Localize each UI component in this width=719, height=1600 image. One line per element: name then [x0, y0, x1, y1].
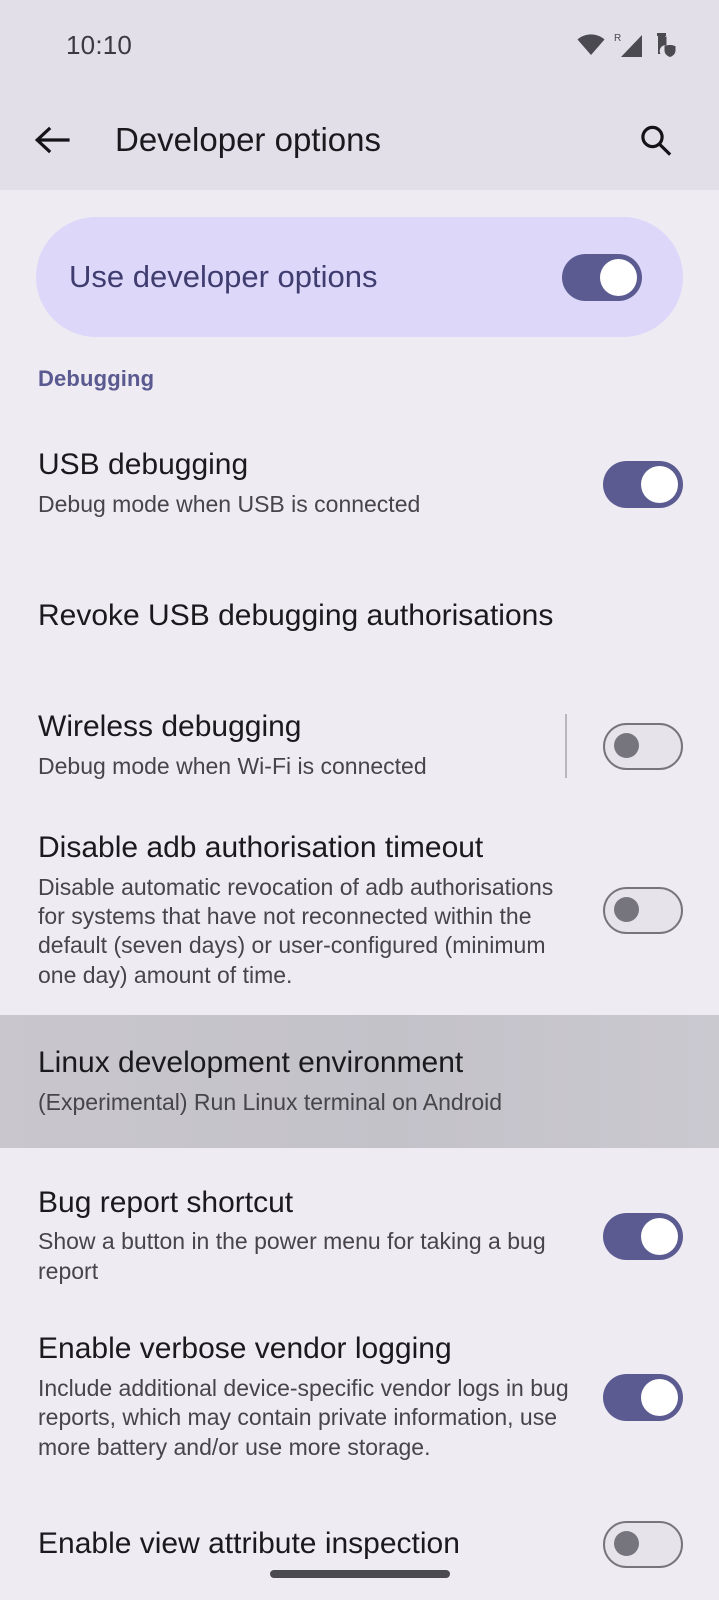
row-summary: Disable automatic revocation of adb auth…: [38, 873, 554, 988]
row-wireless-debugging[interactable]: Wireless debugging Debug mode when Wi-Fi…: [0, 690, 719, 802]
page-title: Developer options: [115, 121, 381, 158]
row-summary: Include additional device-specific vendo…: [38, 1374, 569, 1460]
row-divider: [565, 714, 567, 778]
home-indicator[interactable]: [269, 1570, 450, 1578]
row-text: Enable verbose vendor logging Include ad…: [38, 1332, 603, 1462]
row-summary: (Experimental) Run Linux terminal on And…: [38, 1088, 503, 1115]
phone-screen: 10:10 R Developer options Use developer …: [0, 0, 719, 1600]
switch-thumb: [614, 1530, 639, 1556]
row-summary: Debug mode when USB is connected: [38, 491, 421, 518]
row-text: Disable adb authorisation timeout Disabl…: [38, 831, 603, 991]
wifi-icon: [577, 34, 605, 56]
row-summary: Show a button in the power menu for taki…: [38, 1228, 546, 1284]
search-icon[interactable]: [627, 112, 683, 168]
usb-debugging-switch[interactable]: [603, 460, 683, 508]
switch-thumb: [641, 465, 678, 503]
switch-thumb: [614, 732, 639, 758]
settings-list: Use developer options Debugging USB debu…: [0, 217, 719, 1600]
row-bug-report-shortcut[interactable]: Bug report shortcut Show a button in the…: [0, 1176, 719, 1296]
status-bar: 10:10 R: [0, 0, 719, 90]
row-revoke-usb-debugging-authorisations[interactable]: Revoke USB debugging authorisations: [0, 576, 719, 656]
row-disable-adb-authorisation-timeout[interactable]: Disable adb authorisation timeout Disabl…: [0, 828, 719, 993]
status-bar-icons: R: [577, 32, 677, 58]
switch-thumb: [641, 1378, 678, 1416]
row-enable-verbose-vendor-logging[interactable]: Enable verbose vendor logging Include ad…: [0, 1322, 719, 1472]
enable-view-attribute-inspection-switch[interactable]: [603, 1520, 683, 1568]
svg-text:R: R: [614, 33, 621, 44]
row-title: Enable verbose vendor logging: [38, 1331, 452, 1365]
mobile-signal-roaming-icon: R: [614, 32, 644, 58]
use-developer-options-card[interactable]: Use developer options: [36, 217, 683, 337]
row-title: Bug report shortcut: [38, 1185, 294, 1219]
switch-thumb: [614, 897, 639, 922]
use-developer-options-label: Use developer options: [69, 259, 378, 294]
row-title: Disable adb authorisation timeout: [38, 830, 484, 864]
row-summary: Debug mode when Wi-Fi is connected: [38, 753, 427, 780]
bug-report-shortcut-switch[interactable]: [603, 1212, 683, 1260]
switch-thumb: [641, 1217, 678, 1255]
row-text: Bug report shortcut Show a button in the…: [38, 1186, 603, 1287]
row-text: Wireless debugging Debug mode when Wi-Fi…: [38, 710, 565, 781]
row-text: Enable view attribute inspection: [38, 1527, 603, 1562]
row-title: USB debugging: [38, 448, 249, 482]
row-text: Linux development environment (Experimen…: [38, 1046, 683, 1117]
use-developer-options-switch[interactable]: [562, 253, 642, 301]
row-usb-debugging[interactable]: USB debugging Debug mode when USB is con…: [0, 428, 719, 540]
row-title: Revoke USB debugging authorisations: [38, 598, 554, 632]
back-arrow-icon[interactable]: [24, 112, 80, 168]
row-title: Linux development environment: [38, 1045, 464, 1079]
row-text: Revoke USB debugging authorisations: [38, 599, 683, 634]
wireless-debugging-switch[interactable]: [603, 722, 683, 770]
battery-protected-icon: [653, 32, 677, 58]
disable-adb-authorisation-timeout-switch[interactable]: [603, 887, 683, 934]
section-header-debugging: Debugging: [38, 366, 155, 391]
row-text: USB debugging Debug mode when USB is con…: [38, 448, 603, 519]
enable-verbose-vendor-logging-switch[interactable]: [603, 1373, 683, 1421]
row-title: Wireless debugging: [38, 710, 302, 744]
row-title: Enable view attribute inspection: [38, 1526, 460, 1560]
app-bar: Developer options: [0, 90, 719, 190]
switch-thumb: [600, 258, 637, 296]
status-bar-clock: 10:10: [66, 29, 133, 60]
row-linux-development-environment[interactable]: Linux development environment (Experimen…: [0, 1015, 719, 1148]
